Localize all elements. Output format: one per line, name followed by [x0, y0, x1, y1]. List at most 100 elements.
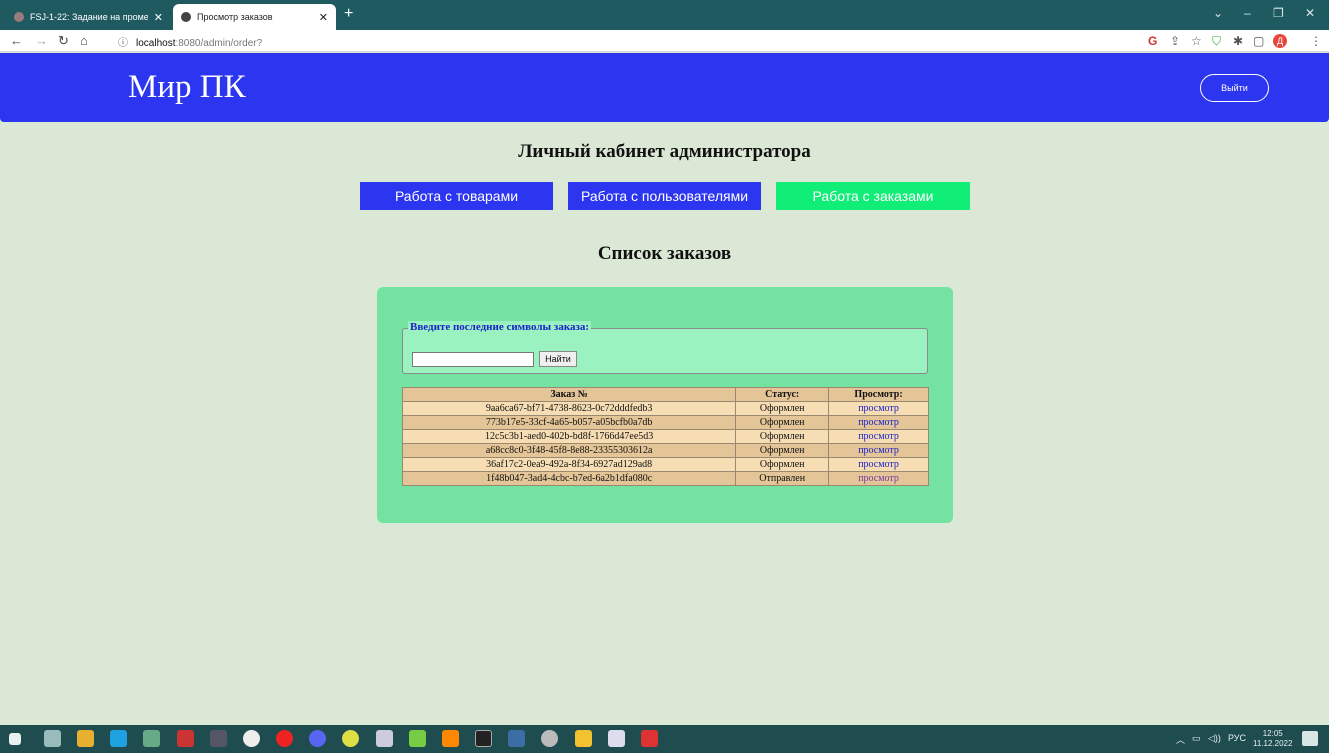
- order-id: 1f48b047-3ad4-4cbc-b7ed-6a2b1dfa080c: [401, 471, 737, 486]
- header-status: Статус:: [735, 387, 830, 402]
- minimize-icon[interactable]: –: [1244, 6, 1251, 20]
- table-header-row: Заказ № Статус: Просмотр:: [401, 387, 929, 402]
- order-id: 36af17c2-0ea9-492a-8f34-6927ad129ad8: [401, 457, 737, 472]
- home-icon[interactable]: ⌂: [80, 33, 88, 49]
- order-id: 773b17e5-33cf-4a65-b057-a05bcfb0a7db: [401, 415, 737, 430]
- steam-icon[interactable]: [508, 730, 525, 747]
- header-view: Просмотр:: [828, 387, 929, 402]
- windows-taskbar: ︿ ▭ ◁)) РУС 12:05 11.12.2022: [0, 725, 1329, 753]
- taskbar-clock[interactable]: 12:05 11.12.2022: [1253, 729, 1292, 749]
- settings-icon[interactable]: [541, 730, 558, 747]
- star-icon[interactable]: ☆: [1191, 33, 1202, 49]
- forward-icon[interactable]: →: [35, 33, 48, 49]
- clock-time: 12:05: [1262, 729, 1283, 738]
- site-info-icon[interactable]: ⓘ: [118, 38, 128, 49]
- browser-tab-title: FSJ-1-22: Задание на промежуто: [30, 12, 148, 22]
- browser-toolbar: ← → ↻ ⌂ ⓘ localhost:8080/admin/order? G ⇪…: [0, 30, 1329, 52]
- language-indicator[interactable]: РУС: [1228, 733, 1246, 743]
- order-status: Оформлен: [735, 457, 830, 472]
- vlc-icon[interactable]: [442, 730, 459, 747]
- new-tab-button[interactable]: +: [344, 6, 353, 22]
- url-host: localhost: [136, 38, 176, 49]
- tray-chevron-icon[interactable]: ︿: [1176, 733, 1185, 746]
- network-icon[interactable]: [376, 730, 393, 747]
- header-order-number: Заказ №: [401, 387, 737, 402]
- search-fieldset: Введите последние символы заказа: Найти: [402, 321, 928, 374]
- browser-tab-orders[interactable]: Просмотр заказов ✕: [173, 4, 336, 30]
- calculator-icon[interactable]: [44, 730, 61, 747]
- order-status: Оформлен: [735, 401, 830, 416]
- order-search-input[interactable]: [412, 352, 534, 367]
- shield-icon[interactable]: ⛉: [1212, 33, 1221, 49]
- close-tab-icon[interactable]: ✕: [154, 11, 163, 24]
- url-path: :8080/admin/order?: [175, 38, 263, 49]
- order-status: Отправлен: [735, 471, 830, 486]
- intellij-icon[interactable]: [641, 730, 658, 747]
- browser-tab-fsj[interactable]: FSJ-1-22: Задание на промежуто ✕: [6, 4, 171, 30]
- table-row: 36af17c2-0ea9-492a-8f34-6927ad129ad8 Офо…: [401, 457, 929, 472]
- menu-icon[interactable]: ⋮: [1310, 33, 1322, 49]
- opera-icon[interactable]: [276, 730, 293, 747]
- discord-icon[interactable]: [309, 730, 326, 747]
- sublime-icon[interactable]: [77, 730, 94, 747]
- clock-date: 11.12.2022: [1253, 739, 1293, 748]
- google-icon[interactable]: G: [1148, 33, 1157, 49]
- search-legend: Введите последние символы заказа:: [408, 321, 592, 333]
- table-row: a68cc8c0-3f48-45f8-8e88-23355303612a Офо…: [401, 443, 929, 458]
- app-icon[interactable]: [409, 730, 426, 747]
- table-row: 12c5c3b1-aed0-402b-bd8f-1766d47ee5d3 Офо…: [401, 429, 929, 444]
- profile-avatar[interactable]: Д: [1273, 34, 1287, 48]
- order-status: Оформлен: [735, 415, 830, 430]
- logout-button[interactable]: Выйти: [1200, 74, 1269, 102]
- tab-users[interactable]: Работа с пользователями: [568, 182, 761, 210]
- share-icon[interactable]: ⇪: [1170, 33, 1180, 49]
- back-icon[interactable]: ←: [10, 33, 23, 49]
- view-link[interactable]: просмотр: [828, 443, 929, 458]
- order-status: Оформлен: [735, 429, 830, 444]
- terminal-icon[interactable]: [143, 730, 160, 747]
- globe-icon: [181, 12, 191, 22]
- windows-start-icon[interactable]: [9, 733, 21, 745]
- order-id: a68cc8c0-3f48-45f8-8e88-23355303612a: [401, 443, 737, 458]
- network-tray-icon[interactable]: ▭: [1192, 733, 1201, 744]
- view-link[interactable]: просмотр: [828, 429, 929, 444]
- orders-table: Заказ № Статус: Просмотр: 9aa6ca67-bf71-…: [401, 387, 929, 486]
- tab-orders[interactable]: Работа с заказами: [776, 182, 970, 210]
- page-title: Личный кабинет администратора: [518, 141, 811, 162]
- find-button[interactable]: Найти: [539, 351, 577, 367]
- close-tab-icon[interactable]: ✕: [319, 11, 328, 24]
- site-logo[interactable]: Мир ПК: [128, 69, 246, 106]
- view-link[interactable]: просмотр: [828, 401, 929, 416]
- skype-icon[interactable]: [110, 730, 127, 747]
- view-link[interactable]: просмотр: [828, 415, 929, 430]
- tab-products[interactable]: Работа с товарами: [360, 182, 553, 210]
- tab-search-icon[interactable]: ⌄: [1213, 6, 1223, 20]
- puzzle-icon[interactable]: ✱: [1233, 33, 1243, 49]
- reload-icon[interactable]: ↻: [58, 33, 69, 49]
- favicon-icon: [14, 12, 24, 22]
- view-link[interactable]: просмотр: [828, 471, 929, 486]
- address-bar[interactable]: ⓘ localhost:8080/admin/order?: [118, 34, 262, 49]
- volume-icon[interactable]: ◁)): [1208, 733, 1221, 744]
- notepad-icon[interactable]: [608, 730, 625, 747]
- restore-icon[interactable]: ❐: [1273, 6, 1284, 20]
- notification-icon[interactable]: [1302, 731, 1318, 746]
- order-id: 9aa6ca67-bf71-4738-8623-0c72dddfedb3: [401, 401, 737, 416]
- orders-panel: Введите последние символы заказа: Найти …: [377, 287, 953, 523]
- close-window-icon[interactable]: ✕: [1305, 6, 1315, 20]
- table-row: 1f48b047-3ad4-4cbc-b7ed-6a2b1dfa080c Отп…: [401, 471, 929, 486]
- app-icon[interactable]: [210, 730, 227, 747]
- table-row: 9aa6ca67-bf71-4738-8623-0c72dddfedb3 Офо…: [401, 401, 929, 416]
- yandex-icon[interactable]: [243, 730, 260, 747]
- order-status: Оформлен: [735, 443, 830, 458]
- chrome-icon[interactable]: [342, 730, 359, 747]
- browser-tab-title: Просмотр заказов: [197, 12, 273, 22]
- browser-tabstrip: FSJ-1-22: Задание на промежуто ✕ Просмот…: [0, 0, 1329, 30]
- sidebar-icon[interactable]: ▢: [1253, 33, 1264, 49]
- table-row: 773b17e5-33cf-4a65-b057-a05bcfb0a7db Офо…: [401, 415, 929, 430]
- epic-games-icon[interactable]: [475, 730, 492, 747]
- view-link[interactable]: просмотр: [828, 457, 929, 472]
- pdf-icon[interactable]: [177, 730, 194, 747]
- orders-list-title: Список заказов: [597, 243, 732, 264]
- explorer-icon[interactable]: [575, 730, 592, 747]
